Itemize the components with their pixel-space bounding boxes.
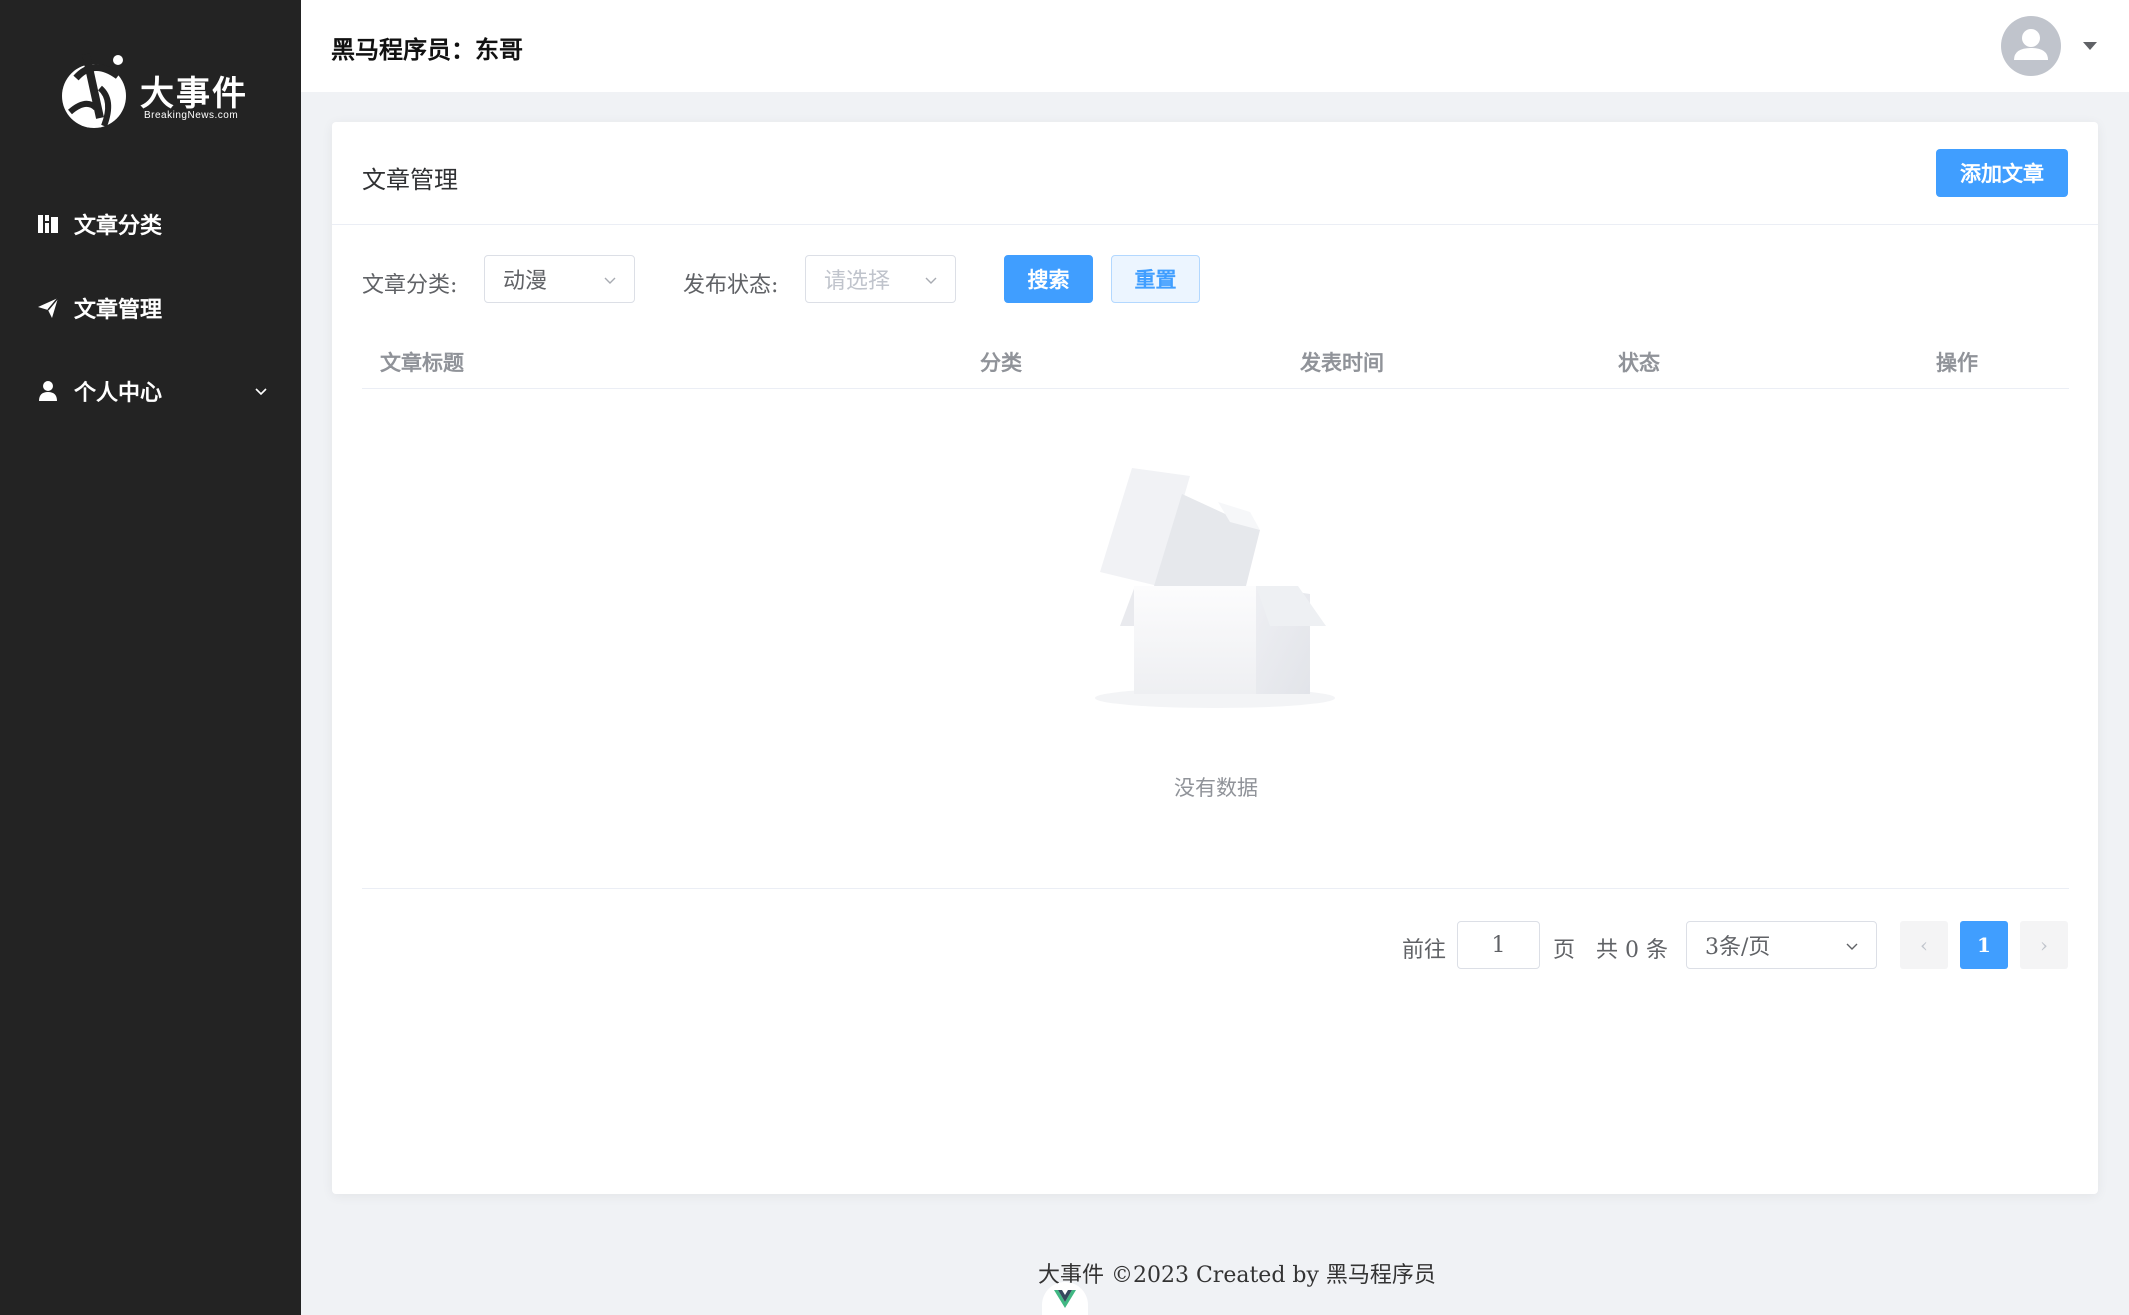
add-article-button[interactable]: 添加文章 [1936,149,2068,197]
page-size-select[interactable]: 3条/页 [1686,921,1877,969]
status-filter-label: 发布状态: [683,273,779,298]
status-select[interactable]: 请选择 [805,255,956,303]
sidebar-item-label: 个人中心 [74,380,163,406]
pagination-total: 共 0 条 [1596,938,1668,963]
table-bottom-divider [362,888,2069,889]
pagination-goto-input[interactable] [1457,921,1540,969]
column-header-actions: 操作 [1936,350,1978,375]
user-icon [36,379,60,403]
brand-logo[interactable]: 大事件 BreakingNews.com [56,48,256,138]
table-header-divider [362,388,2069,389]
next-page-button[interactable]: › [2020,921,2068,969]
chevron-down-icon [1846,943,1858,950]
pagination-goto-label: 前往 [1402,938,1447,963]
page-footer: 大事件 ©2023 Created by 黑马程序员 [1038,1263,1436,1288]
card-header: 文章管理 添加文章 [332,122,2098,225]
send-icon [36,296,60,320]
column-header-publish-time: 发表时间 [1300,350,1384,375]
caret-down-icon[interactable] [2083,42,2097,50]
top-header: 黑马程序员：东哥 [301,0,2129,92]
column-header-category: 分类 [980,350,1022,375]
empty-box-icon [1095,468,1335,708]
category-filter-label: 文章分类: [362,273,458,298]
category-select-value: 动漫 [503,269,548,294]
brand-sub: BreakingNews.com [144,110,239,121]
sidebar-item-article-manage[interactable]: 文章管理 [0,266,301,350]
sidebar-item-personal-center[interactable]: 个人中心 [0,349,301,433]
prev-page-button[interactable]: ‹ [1900,921,1948,969]
column-header-status: 状态 [1618,350,1660,375]
chevron-down-icon [255,388,267,396]
user-avatar-icon [2014,29,2048,60]
chevron-right-icon: › [2040,933,2048,957]
page-number-button[interactable]: 1 [1960,921,2008,969]
page-size-value: 3条/页 [1705,935,1771,960]
sidebar: 大事件 BreakingNews.com 文章分类 文章管理 个人中心 [0,0,301,1315]
search-button[interactable]: 搜索 [1004,255,1093,303]
category-select[interactable]: 动漫 [484,255,635,303]
sidebar-item-article-category[interactable]: 文章分类 [0,182,301,266]
chevron-down-icon [925,277,937,284]
page-title: 文章管理 [362,166,458,194]
logo-mark-icon [62,53,126,128]
empty-state-text: 没有数据 [1174,776,1258,800]
vue-logo-icon [1054,1290,1076,1308]
sidebar-item-label: 文章管理 [74,297,163,323]
column-header-title: 文章标题 [380,350,464,375]
chevron-down-icon [604,277,616,284]
brand-name: 大事件 [140,74,248,114]
user-greeting: 黑马程序员：东哥 [331,35,523,64]
sidebar-item-label: 文章分类 [74,213,163,239]
status-select-placeholder: 请选择 [824,269,891,294]
book-icon [36,212,60,236]
avatar[interactable] [2001,16,2061,76]
reset-button[interactable]: 重置 [1111,255,1200,303]
chevron-left-icon: ‹ [1920,933,1928,957]
pagination-page-unit: 页 [1553,938,1576,963]
